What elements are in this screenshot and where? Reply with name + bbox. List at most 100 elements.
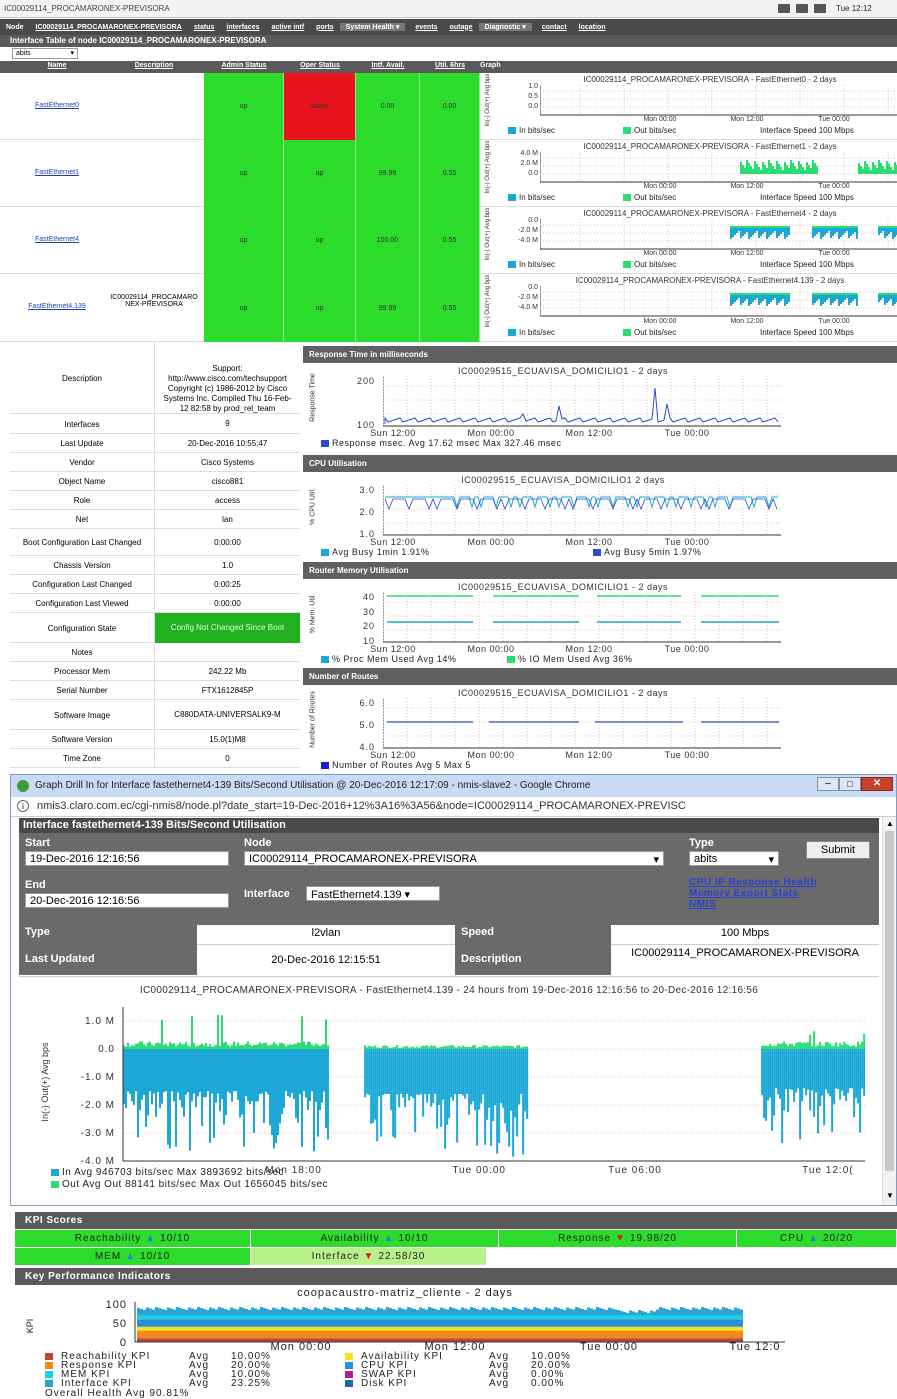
interface-graph[interactable]: IC00029114_PROCAMARONEX-PREVISORA - Fast… <box>480 140 897 207</box>
scroll-thumb[interactable] <box>885 831 894 1171</box>
scroll-up-icon[interactable]: ▲ <box>886 819 894 828</box>
nav-item[interactable]: ports <box>310 24 340 31</box>
start-input[interactable]: 19-Dec-2016 12:16:56 <box>25 851 229 866</box>
graph-links-1[interactable]: CPU IP Response Health <box>689 877 817 888</box>
interface-graph[interactable]: IC00029114_PROCAMARONEX-PREVISORA - Fast… <box>480 207 897 274</box>
nav-item[interactable]: events <box>409 24 443 31</box>
nav-item[interactable]: interfaces <box>220 24 265 31</box>
admin-status: up <box>239 304 248 312</box>
legend-swatch <box>321 656 329 664</box>
in-bar <box>434 1049 437 1094</box>
interface-link[interactable]: FastEthernet1 <box>10 169 104 176</box>
interface-select[interactable]: FastEthernet4.139 ▾ <box>306 886 440 901</box>
address-bar[interactable]: i nmis3.claro.com.ec/cgi-nmis8/node.pl?d… <box>11 797 896 817</box>
out-bar <box>169 1042 171 1049</box>
type-select[interactable]: abits ▾ <box>12 48 78 59</box>
panel-xtick: Mon 12:00 <box>565 537 613 547</box>
out-bar <box>412 1046 415 1049</box>
minimize-button[interactable]: – <box>817 777 839 791</box>
kpi-cell[interactable]: Reachability ▲ 10/10 <box>15 1230 251 1247</box>
detail-label-text: Software Version <box>51 735 113 744</box>
interface-label: Interface <box>244 888 290 900</box>
out-bar <box>279 1042 281 1049</box>
in-bar <box>370 1049 373 1124</box>
interface-graph[interactable]: IC00029114_PROCAMARONEX-PREVISORA - Fast… <box>480 73 897 140</box>
kpi-gap <box>383 1307 386 1310</box>
intf-avail-cell: 99.99 <box>356 140 420 207</box>
kpi-value: 10/10 <box>140 1251 171 1262</box>
kpi-gap <box>698 1307 701 1310</box>
monitor-icon[interactable] <box>814 4 826 13</box>
graph-ylabel: In(-) Out(+) Avg bps <box>485 140 491 194</box>
nav-item[interactable]: outage <box>444 24 479 31</box>
kpi-cell[interactable]: Response ▼ 19.98/20 <box>499 1230 737 1247</box>
kpi-gap <box>572 1307 575 1310</box>
nav-item[interactable]: System Health ▾ <box>339 23 406 31</box>
out-bar <box>426 1045 429 1049</box>
graph-links-2[interactable]: Memory Export Stats <box>689 888 799 899</box>
kpi-cell[interactable]: Availability ▲ 10/10 <box>251 1230 499 1247</box>
kpi-gap <box>617 1307 620 1311</box>
out-bar <box>851 1045 854 1049</box>
column-header[interactable]: Name <box>10 62 104 69</box>
end-input[interactable]: 20-Dec-2016 12:16:56 <box>25 893 229 908</box>
in-bar <box>223 1049 225 1125</box>
kpi-band <box>137 1315 743 1320</box>
nav-item[interactable]: active intf <box>265 24 310 31</box>
in-bar <box>380 1049 383 1137</box>
arrow-down-icon: ▼ <box>615 1233 626 1244</box>
overall-health: Overall Health Avg 90.81% <box>45 1388 190 1399</box>
column-header[interactable]: Description <box>104 62 204 69</box>
kpi-gap <box>377 1307 380 1308</box>
out-swatch <box>623 329 631 337</box>
column-header[interactable]: Oper Status <box>284 62 356 69</box>
kpi-cell[interactable]: CPU ▲ 20/20 <box>737 1230 897 1247</box>
in-bar <box>460 1049 463 1094</box>
detail-label: Net <box>10 510 155 529</box>
window-icon[interactable] <box>796 4 808 13</box>
submit-button[interactable]: Submit <box>806 841 870 859</box>
out-bar <box>205 1043 207 1049</box>
screen-icon[interactable] <box>778 4 790 13</box>
graph-links-3[interactable]: NMIS <box>689 899 716 910</box>
scrollbar[interactable]: ▲ ▼ <box>882 817 896 1205</box>
nav-item[interactable]: Diagnostic ▾ <box>478 23 532 31</box>
out-bar <box>781 1043 784 1049</box>
kpi-cell[interactable]: MEM ▲ 10/10 <box>15 1248 251 1265</box>
nav-item[interactable]: status <box>188 24 221 31</box>
out-bar <box>171 1043 173 1049</box>
maximize-button[interactable]: □ <box>839 777 861 791</box>
kpi-gap <box>689 1307 692 1311</box>
nav-item[interactable]: contact <box>536 24 573 31</box>
out-bar <box>370 1046 373 1049</box>
nav-item[interactable]: Node <box>0 24 30 31</box>
out-bar <box>428 1047 431 1049</box>
column-header[interactable]: Admin Status <box>204 62 284 69</box>
close-button[interactable]: ✕ <box>861 777 893 791</box>
out-bar <box>520 1047 523 1049</box>
interface-graph[interactable]: IC00029114_PROCAMARONEX-PREVISORA - Fast… <box>480 274 897 342</box>
out-bar <box>775 1045 778 1049</box>
out-bar <box>175 1046 177 1049</box>
nav-item[interactable]: IC00029114_PROCAMARONEX-PREVISORA <box>30 24 188 31</box>
in-bar <box>303 1049 305 1092</box>
type-select[interactable]: abits ▾ <box>689 851 779 866</box>
detail-label-text: Processor Mem <box>53 667 110 676</box>
interface-link[interactable]: FastEthernet0 <box>10 102 104 109</box>
interface-link[interactable]: FastEthernet4 <box>10 236 104 243</box>
column-header[interactable]: Util. 6hrs <box>420 62 480 69</box>
kpi-gap <box>542 1307 545 1311</box>
interface-link[interactable]: FastEthernet4.139 <box>10 303 104 310</box>
nav-item[interactable]: location <box>573 24 612 31</box>
detail-value: C880DATA-UNIVERSALK9-M <box>155 700 300 730</box>
column-header[interactable]: Graph <box>480 62 897 69</box>
kpi-cell[interactable]: Interface ▼ 22.58/30 <box>251 1248 487 1265</box>
out-bar <box>410 1047 413 1049</box>
out-bar <box>378 1047 381 1049</box>
node-select[interactable]: IC00029114_PROCAMARONEX-PREVISORA ▾ <box>244 851 664 866</box>
column-header[interactable]: Intf. Avail. <box>356 62 420 69</box>
detail-label-text: Configuration Last Changed <box>32 580 132 589</box>
scroll-down-icon[interactable]: ▼ <box>886 1191 894 1200</box>
kpi-gap <box>236 1307 239 1310</box>
in-bar <box>129 1049 131 1094</box>
